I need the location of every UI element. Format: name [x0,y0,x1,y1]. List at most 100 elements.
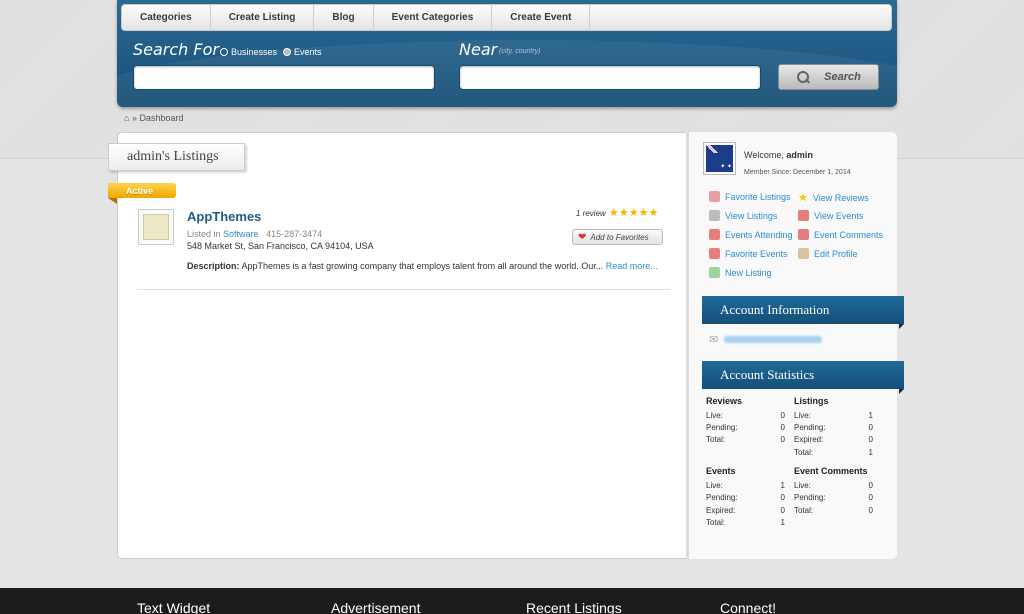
near-hint: (city, country) [499,48,541,55]
link-new-listing[interactable]: New Listing [709,267,772,278]
search-button-label: Search [824,71,861,83]
listed-in-prefix: Listed in [187,229,221,239]
stat-value: 1 [868,411,873,420]
link-favorite-events-label: Favorite Events [725,248,788,259]
listing-description: Description: AppThemes is a fast growing… [187,261,658,271]
email-link[interactable] [724,336,823,343]
view-listings-icon [709,210,720,221]
search-type-radios: Businesses Events [220,47,322,57]
radio-businesses[interactable]: Businesses [220,47,277,57]
search-input[interactable] [133,65,435,90]
link-favorite-listings[interactable]: Favorite Listings [709,191,791,202]
stat-row: Total: 0 [706,435,785,444]
home-icon[interactable]: ⌂ [124,113,129,123]
listing-title[interactable]: AppThemes [187,209,261,224]
stat-label: Pending: [706,493,738,502]
rating-stars: ★★★★★ [609,207,659,219]
stat-value: 0 [780,435,785,444]
stat-label: Live: [706,481,723,490]
stat-label: Total: [706,518,726,527]
link-edit-profile-label: Edit Profile [814,248,858,259]
header: Categories Create Listing Blog Event Cat… [117,0,897,107]
calendar-icon [709,229,720,240]
read-more-link[interactable]: Read more... [606,261,658,271]
radio-businesses-circle[interactable] [220,48,228,56]
radio-events-label: Events [294,47,322,57]
page-title: admin's Listings [108,143,245,171]
welcome-prefix: Welcome, [744,150,784,160]
calendar-icon [798,229,809,240]
envelope-icon: ✉ [709,334,719,346]
stat-row: Total: 0 [794,506,873,515]
email-row: ✉ [709,333,823,346]
stat-label: Total: [794,448,814,457]
review-count[interactable]: 1 review [576,209,606,218]
category-link[interactable]: Software [223,229,259,239]
stat-value: 1 [780,481,785,490]
stat-value: 0 [780,423,785,432]
link-new-listing-label: New Listing [725,267,772,278]
nav-event-categories[interactable]: Event Categories [374,5,493,30]
radio-businesses-label: Businesses [231,47,278,57]
nav-categories[interactable]: Categories [122,5,211,30]
stat-label: Total: [794,506,814,515]
footer-advertisement-title: Advertisement [331,600,421,614]
near-input[interactable] [459,65,761,90]
stat-label: Expired: [706,506,736,515]
near-label: Near [459,40,498,59]
stat-row: Live: 1 [794,411,873,420]
radio-events-circle[interactable] [283,48,292,56]
link-view-listings[interactable]: View Listings [709,210,777,221]
add-icon [709,267,720,278]
stat-label: Pending: [794,493,826,502]
favorite-listings-icon [709,191,720,202]
stat-label: Live: [794,411,811,420]
stats-listings-title: Listings [794,396,829,406]
link-view-events-label: View Events [814,210,864,221]
pencil-icon [798,248,809,259]
link-event-comments[interactable]: Event Comments [798,229,883,240]
add-to-favorites-button[interactable]: ❤ Add to Favorites [572,229,663,245]
welcome-text: Welcome, admin [744,150,813,160]
listing-thumbnail[interactable] [138,209,174,245]
link-view-events[interactable]: View Events [798,210,863,221]
search-for-label: Search For [133,40,219,59]
stat-value: 1 [780,518,785,527]
radio-events[interactable]: Events [283,47,322,57]
stat-value: 0 [868,423,873,432]
link-edit-profile[interactable]: Edit Profile [798,248,858,259]
description-label: Description: [187,261,240,271]
stat-value: 0 [780,493,785,502]
heart-icon: ❤ [578,231,587,243]
stat-label: Pending: [706,423,738,432]
avatar[interactable] [703,142,736,175]
stat-row: Pending: 0 [706,493,785,502]
link-favorite-events[interactable]: Favorite Events [709,248,788,259]
link-events-attending[interactable]: Events Attending [709,229,793,240]
add-to-favorites-label: Add to Favorites [590,232,649,242]
stat-value: 0 [868,506,873,515]
stat-row: Total: 1 [706,518,785,527]
nav-create-event[interactable]: Create Event [492,5,591,30]
stat-row: Pending: 0 [794,493,873,502]
link-view-listings-label: View Listings [725,210,778,221]
stat-label: Expired: [794,435,824,444]
stat-row: Pending: 0 [794,423,873,432]
stat-value: 0 [868,435,873,444]
stat-value: 1 [868,448,873,457]
stat-row: Pending: 0 [706,423,785,432]
account-statistics-banner: Account Statistics [702,361,904,394]
stat-value: 0 [780,411,785,420]
search-button[interactable]: Search [778,64,879,90]
stat-label: Live: [794,481,811,490]
link-view-reviews[interactable]: ★ View Reviews [798,191,869,204]
nav-create-listing[interactable]: Create Listing [211,5,315,30]
link-event-comments-label: Event Comments [814,229,884,240]
stat-row: Total: 1 [794,448,873,457]
star-icon: ★ [798,192,808,204]
stats-event-comments-title: Event Comments [794,466,868,476]
link-view-reviews-label: View Reviews [812,192,869,203]
thumbnail-image [143,214,169,240]
nav-blog[interactable]: Blog [314,5,374,30]
breadcrumb-dashboard[interactable]: » Dashboard [132,113,184,123]
